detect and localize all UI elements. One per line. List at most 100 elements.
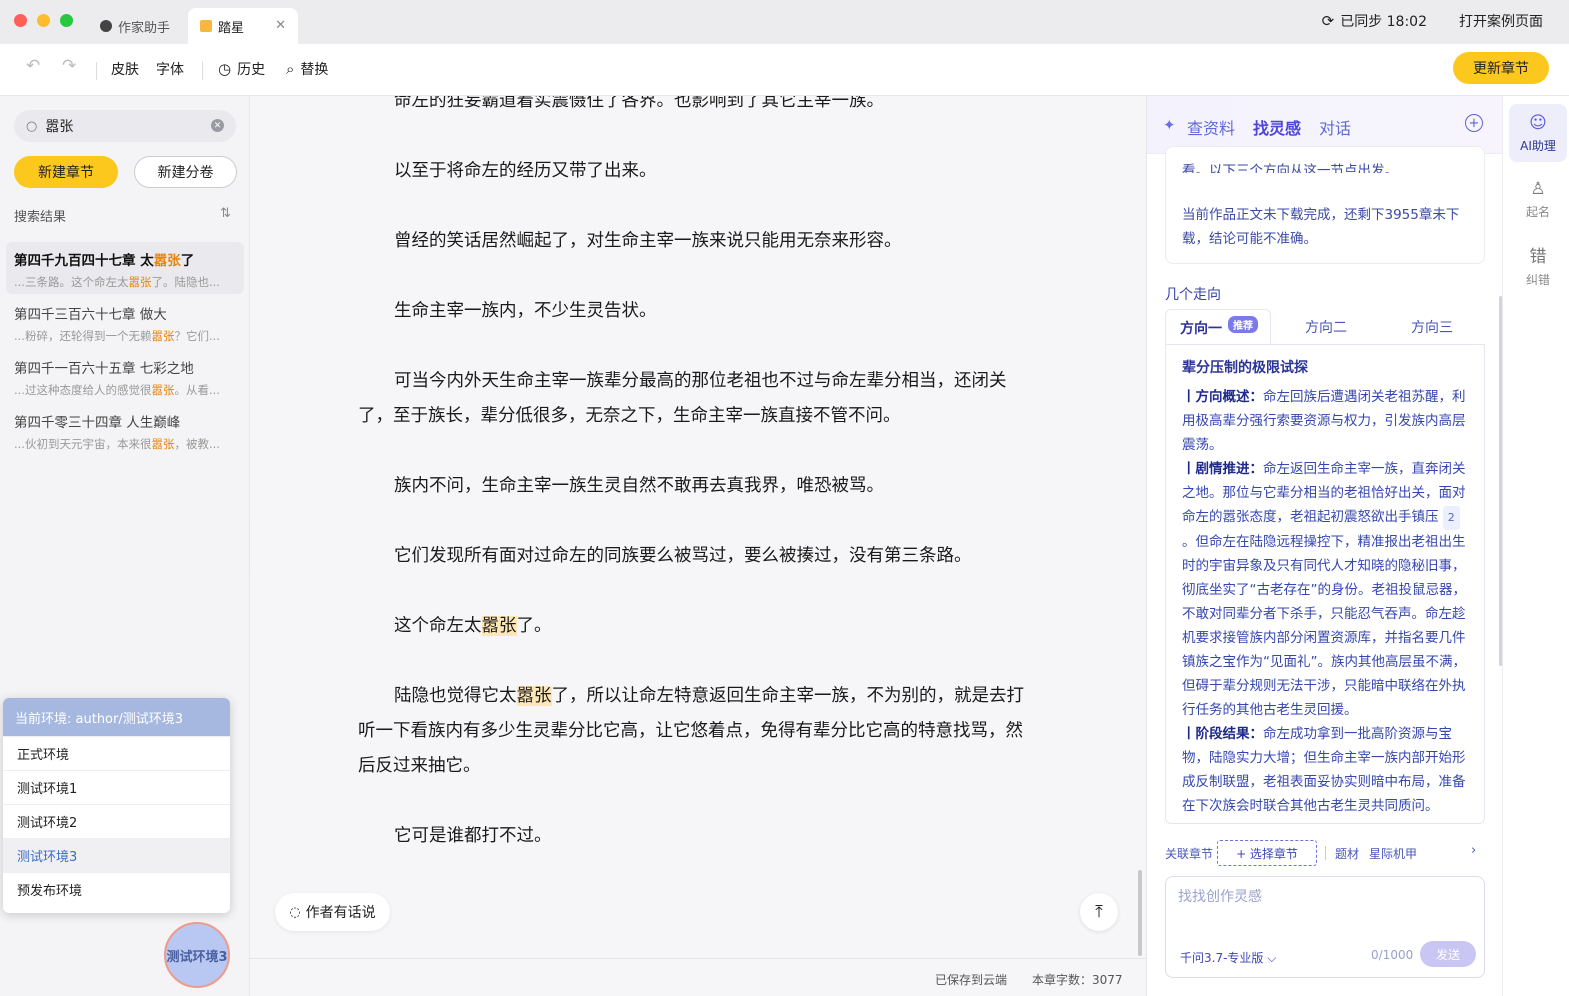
replace-button[interactable]: ⌕ 替换 [286, 59, 328, 79]
direction-content: 辈分压制的极限试探 丨方向概述：命左回族后遭遇闭关老祖苏醒，利用极高辈分强行索要… [1165, 344, 1485, 824]
current-environment-label: 当前环境: author/测试环境3 [3, 698, 230, 736]
search-result-item[interactable]: 第四千一百六十五章 七彩之地 ...过这种态度给人的感觉很嚣张。从看... [6, 350, 244, 402]
update-chapter-button[interactable]: 更新章节 [1453, 52, 1549, 84]
search-icon: ⌕ [286, 60, 295, 78]
author-note-label: 作者有话说 [305, 905, 376, 921]
reference-badge[interactable]: 2 [1442, 506, 1460, 530]
tab-inspiration[interactable]: 找灵感 [1253, 115, 1301, 139]
clear-search-icon[interactable]: ✕ [211, 119, 224, 132]
env-option-test-2[interactable]: 测试环境2 [3, 804, 230, 838]
model-select[interactable]: 千问3.7-专业版 ⌵ [1180, 949, 1276, 966]
search-result-item[interactable]: 第四千零三十四章 人生巅峰 ...伙初到天元宇宙，本来很嚣张，被教... [6, 404, 244, 456]
sync-status[interactable]: ⟳ 已同步 18:02 [1322, 11, 1427, 31]
ai-assistant-panel: ✦ 查资料 找灵感 对话 + 看。以下三个方向从这一节点出发。 当前作品正文未下… [1146, 96, 1502, 996]
result-title: 第四千零三十四章 人生巅峰 [14, 415, 181, 431]
download-notice-card: 看。以下三个方向从这一节点出发。 当前作品正文未下载完成，还剩下3955章未下载… [1165, 146, 1485, 264]
rail-label: 起名 [1525, 204, 1550, 219]
rail-naming[interactable]: ♙ 起名 [1509, 170, 1567, 228]
tab-book[interactable]: 踏星 ✕ [188, 8, 298, 44]
proofread-icon: 错 [1529, 247, 1547, 267]
clock-icon: ◷ [218, 60, 232, 78]
result-snippet: ...过这种态度给人的感觉很嚣张。从看... [14, 383, 220, 397]
tab-label: 作家助手 [118, 20, 171, 36]
rail-proofread[interactable]: 错 纠错 [1509, 236, 1567, 294]
tab-direction-3[interactable]: 方向三 [1411, 309, 1453, 345]
history-button[interactable]: ◷ 历史 [218, 59, 265, 79]
theme-select[interactable]: 星际机甲 [1369, 845, 1417, 862]
editor-paragraph[interactable]: 陆隐也觉得它太嚣张了，所以让命左特意返回生命主宰一族，不为别的，就是去打听一下看… [358, 679, 1030, 784]
redo-icon[interactable]: ↷ [62, 56, 76, 76]
search-results-label: 搜索结果 [14, 210, 67, 225]
editor-paragraph[interactable]: 以至于将命左的经历又带了出来。 [358, 154, 1030, 189]
new-conversation-icon[interactable]: + [1465, 114, 1483, 132]
tab-chat[interactable]: 对话 [1319, 115, 1351, 139]
env-option-pre-release[interactable]: 预发布环境 [3, 872, 230, 906]
window-zoom-button[interactable] [60, 14, 73, 27]
rail-label: AI助理 [1520, 138, 1556, 153]
naming-icon: ♙ [1530, 178, 1546, 199]
comment-icon: ◌ [289, 904, 301, 920]
tab-writer-assistant[interactable]: 作家助手 [100, 8, 170, 44]
choose-chapter-button[interactable]: + 选择章节 [1217, 840, 1317, 866]
window-close-button[interactable] [14, 14, 27, 27]
direction-plot: 丨剧情推进：命左返回生命主宰一族，直奔闭关之地。那位与它辈分相当的老祖恰好出关，… [1182, 461, 1466, 718]
search-result-item[interactable]: 第四千三百六十七章 做大 ...粉碎，还轮得到一个无赖嚣张？它们... [6, 296, 244, 348]
author-note-button[interactable]: ◌ 作者有话说 [275, 893, 390, 931]
ai-assistant-icon: ☺ [1529, 112, 1547, 133]
editor-paragraph[interactable]: 曾经的笑话居然崛起了，对生命主宰一族来说只能用无奈来形容。 [358, 224, 1030, 259]
font-button[interactable]: 字体 [156, 59, 184, 79]
result-title: 第四千九百四十七章 太嚣张了 [14, 253, 195, 269]
new-chapter-button[interactable]: 新建章节 [14, 156, 118, 188]
chapter-search-box[interactable]: ○ 嚣张 ✕ [14, 110, 236, 142]
sort-icon[interactable]: ⇅ [220, 206, 231, 221]
window-minimize-button[interactable] [37, 14, 50, 27]
toolbar-divider [96, 62, 97, 80]
search-match: 嚣张 [516, 686, 552, 706]
tool-rail: ☺ AI助理 ♙ 起名 错 纠错 [1502, 96, 1569, 996]
chevron-right-icon[interactable]: › [1471, 843, 1476, 858]
inspiration-input[interactable] [1178, 889, 1468, 905]
close-icon[interactable]: ✕ [275, 18, 286, 33]
direction-title: 辈分压制的极限试探 [1182, 360, 1308, 376]
char-count: 0/1000 [1371, 948, 1414, 962]
skin-button[interactable]: 皮肤 [111, 59, 139, 79]
send-button[interactable]: 发送 [1420, 941, 1476, 967]
environment-switch-button[interactable]: 测试环境3 [164, 922, 230, 988]
editor-paragraph[interactable]: 命左的狂妄霸道着实震慑住了各界。也影响到了其它主宰一族。 [358, 96, 1030, 119]
tab-lookup[interactable]: 查资料 [1187, 115, 1235, 139]
rail-ai-assistant[interactable]: ☺ AI助理 [1509, 104, 1567, 162]
editor-paragraph[interactable]: 它可是谁都打不过。 [358, 819, 1030, 854]
title-bar: 作家助手 踏星 ✕ ⟳ 已同步 18:02 打开案例页面 [0, 0, 1569, 44]
editor-paragraph[interactable]: 这个命左太嚣张了。 [358, 609, 1030, 644]
undo-icon[interactable]: ↶ [26, 56, 40, 76]
recommended-badge: 推荐 [1228, 316, 1258, 333]
replace-label: 替换 [300, 62, 329, 78]
chapter-editor[interactable]: 命左的狂妄霸道着实震慑住了各界。也影响到了其它主宰一族。 以至于将命左的经历又带… [250, 96, 1146, 996]
search-input[interactable]: 嚣张 [45, 116, 73, 136]
associated-chapter-label: 关联章节 [1165, 847, 1214, 861]
word-count: 本章字数：3077 [1032, 973, 1123, 987]
open-case-page-link[interactable]: 打开案例页面 [1459, 11, 1543, 31]
sync-status-text: 已同步 18:02 [1340, 14, 1427, 30]
toolbar: ↶ ↷ 皮肤 字体 ◷ 历史 ⌕ 替换 更新章节 [0, 44, 1569, 96]
editor-paragraph[interactable]: 它们发现所有面对过命左的同族要么被骂过，要么被揍过，没有第三条路。 [358, 539, 1030, 574]
editor-paragraph[interactable]: 生命主宰一族内，不少生灵告状。 [358, 294, 1030, 329]
tab-direction-2[interactable]: 方向二 [1305, 309, 1347, 345]
refresh-icon: ⟳ [1321, 12, 1335, 30]
new-volume-button[interactable]: 新建分卷 [134, 156, 237, 188]
env-option-test-3[interactable]: 测试环境3 [3, 838, 230, 872]
editor-paragraph[interactable]: 可当今内外天生命主宰一族辈分最高的那位老祖也不过与命左辈分相当，还闭关了，至于族… [358, 364, 1030, 434]
scroll-to-top-icon[interactable]: ⤒ [1080, 893, 1118, 931]
search-result-item[interactable]: 第四千九百四十七章 太嚣张了 ...三条路。这个命左太嚣张了。陆隐也... [6, 242, 244, 294]
writer-assistant-icon [100, 20, 112, 32]
notice-text: 当前作品正文未下载完成，还剩下3955章未下载，结论可能不准确。 [1182, 207, 1460, 247]
search-match: 嚣张 [481, 616, 517, 636]
env-option-production[interactable]: 正式环境 [3, 736, 230, 770]
tab-direction-1[interactable]: 方向一 推荐 [1165, 309, 1271, 345]
editor-scrollbar[interactable] [1138, 870, 1142, 956]
history-label: 历史 [237, 62, 266, 78]
editor-paragraph[interactable]: 族内不问，生命主宰一族生灵自然不敢再去真我界，唯恐被骂。 [358, 469, 1030, 504]
result-snippet: ...粉碎，还轮得到一个无赖嚣张？它们... [14, 329, 220, 343]
rail-label: 纠错 [1525, 273, 1550, 287]
env-option-test-1[interactable]: 测试环境1 [3, 770, 230, 804]
